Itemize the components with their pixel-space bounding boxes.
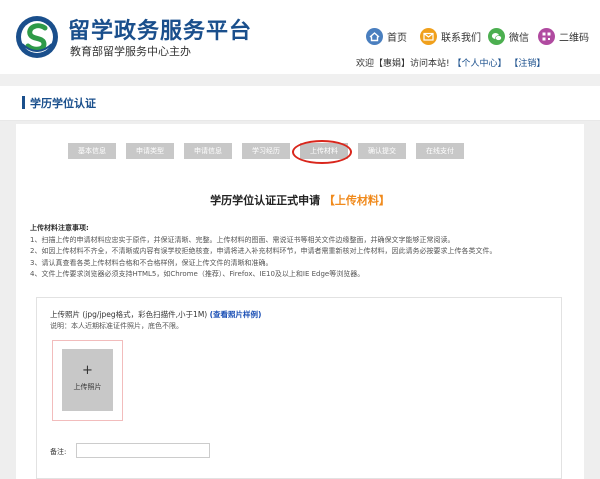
nav-contact[interactable]: 联系我们 [420, 28, 481, 45]
site-subtitle: 教育部留学服务中心主办 [70, 45, 191, 58]
mail-icon [420, 28, 437, 45]
note-item: 4、文件上传要求浏览器必须支持HTML5，如Chrome（推荐）、Firefox… [30, 270, 365, 278]
qrcode-icon [538, 28, 555, 45]
nav-qrcode-label: 二维码 [559, 33, 589, 44]
active-step-highlight [292, 140, 352, 164]
nav-qrcode[interactable]: 二维码 [538, 28, 589, 45]
step-bar: 基本信息 申请类型 申请信息 学习经历 上传材料 确认提交 在线支付 [68, 143, 474, 159]
page-title-text: 学历学位认证正式申请 [210, 194, 321, 207]
upload-description: 说明：本人近期标准证件照片，底色不限。 [50, 322, 183, 330]
step-study-history[interactable]: 学习经历 [242, 143, 290, 159]
site-title: 留学政务服务平台 [68, 18, 253, 44]
upload-photo-button[interactable] [62, 349, 113, 411]
logout-link[interactable]: 【注销】 [509, 59, 545, 69]
upload-photo-label: 上传照片 [73, 383, 102, 391]
wechat-icon [488, 28, 505, 45]
upload-title-text: 上传照片 (jpg/jpeg格式，彩色扫描件,小于1M) [50, 310, 208, 319]
note-item: 3、请认真查看各类上传材料合格和不合格样例，保证上传文件的清晰和准确。 [30, 258, 273, 267]
nav-contact-label: 联系我们 [441, 33, 481, 44]
remark-label: 备注: [50, 448, 67, 456]
notes-section: 上传材料注意事项: 1、扫描上传的申请材料应忠实于原件，并保证清晰、完整。上传材… [30, 223, 496, 281]
upload-title: 上传照片 (jpg/jpeg格式，彩色扫描件,小于1M) (查看照片样例) [50, 309, 261, 320]
notes-heading: 上传材料注意事项: [30, 224, 89, 232]
note-item: 2、如因上传材料不齐全，不清晰或内容有误学校拒绝核查，申请将进入补充材料环节，申… [30, 247, 497, 255]
header-divider [0, 74, 600, 86]
step-confirm-submit[interactable]: 确认提交 [358, 143, 406, 159]
nav-wechat[interactable]: 微信 [488, 28, 529, 45]
personal-center-link[interactable]: 【个人中心】 [452, 59, 506, 69]
nav-home-label: 首页 [387, 33, 407, 44]
section-marker [22, 96, 25, 109]
step-application-type[interactable]: 申请类型 [126, 143, 174, 159]
page-title-highlight: 【上传材料】 [323, 194, 390, 207]
greeting: 欢迎【惠娟】访问本站! 【个人中心】 【注销】 [356, 56, 545, 69]
remark-input[interactable] [76, 443, 210, 458]
photo-sample-link[interactable]: (查看照片样例) [210, 310, 262, 319]
step-application-info[interactable]: 申请信息 [184, 143, 232, 159]
page-title: 学历学位认证正式申请 【上传材料】 [0, 192, 600, 208]
section-title-bar: 学历学位认证 [0, 86, 600, 121]
logo-icon [16, 16, 58, 58]
step-basic-info[interactable]: 基本信息 [68, 143, 116, 159]
welcome-text: 欢迎【惠娟】访问本站! [356, 59, 450, 69]
nav-wechat-label: 微信 [509, 33, 529, 44]
step-online-payment[interactable]: 在线支付 [416, 143, 464, 159]
header: 留学政务服务平台 教育部留学服务中心主办 首页 联系我们 微信 二维码 欢迎【惠… [0, 0, 600, 74]
home-icon [366, 28, 383, 45]
plus-icon: + [82, 363, 93, 378]
nav-home[interactable]: 首页 [366, 28, 407, 45]
section-title: 学历学位认证 [30, 97, 96, 110]
note-item: 1、扫描上传的申请材料应忠实于原件，并保证清晰、完整。上传材料的图面、需说证书等… [30, 235, 455, 244]
